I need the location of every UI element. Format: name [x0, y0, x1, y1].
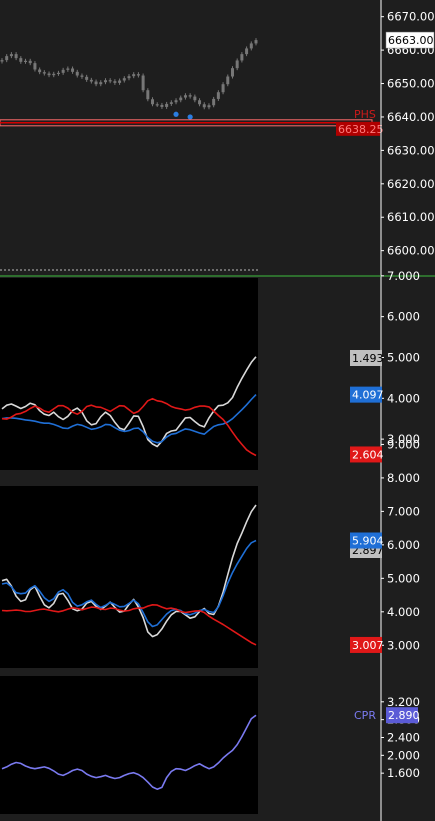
- price-axis-tick-label: 6620.00: [387, 177, 435, 191]
- indicator-1-series-2-flag-label: 4.097: [352, 389, 384, 402]
- candle-body: [132, 74, 136, 77]
- candle-body: [160, 104, 164, 107]
- candle-marker-dot: [173, 111, 179, 117]
- candle-body: [0, 60, 4, 62]
- candle-body: [113, 81, 117, 83]
- phs-value-label: 6638.25: [338, 123, 384, 136]
- indicator-3-tick-label: 2.000: [387, 748, 420, 762]
- candle-body: [155, 104, 159, 106]
- candle-body: [188, 95, 192, 97]
- candle-body: [71, 68, 75, 72]
- candle-body: [52, 73, 56, 76]
- candle-body: [179, 97, 183, 101]
- price-axis-tick-label: 6640.00: [387, 110, 435, 124]
- price-axis-tick-label: 6630.00: [387, 143, 435, 157]
- indicator-3-tick-label: 1.600: [387, 766, 420, 780]
- candle-body: [33, 63, 37, 70]
- candle-body: [240, 54, 244, 61]
- candle-body: [193, 96, 197, 101]
- indicator-2-tick-label: 5.000: [387, 571, 420, 585]
- candle-body: [99, 82, 103, 85]
- candle-body: [235, 60, 239, 69]
- indicator-1-series-3-flag-label: 2.604: [352, 448, 384, 461]
- candle-body: [19, 58, 23, 62]
- candle-body: [198, 100, 202, 105]
- candle-body: [14, 54, 18, 59]
- candle-body: [136, 74, 140, 76]
- indicator-3-tick-label: 3.200: [387, 695, 420, 709]
- indicator-2-tick-label: 8.000: [387, 471, 420, 485]
- price-axis-tick-label: 6670.00: [387, 10, 435, 24]
- candle-body: [230, 68, 234, 77]
- price-axis-tick-label: 6650.00: [387, 77, 435, 91]
- candle-body: [146, 90, 150, 100]
- candle-body: [141, 75, 145, 91]
- candle-body: [47, 73, 51, 76]
- cpr-label: CPR: [354, 709, 376, 722]
- trading-chart-canvas[interactable]: PHS6638.256670.006660.006650.006640.0066…: [0, 0, 435, 821]
- candle-body: [127, 76, 131, 79]
- indicator-2-tick-label: 6.000: [387, 538, 420, 552]
- indicator-2-tick-label: 3.000: [387, 638, 420, 652]
- indicator-pane-2-background: [0, 486, 258, 668]
- indicator-2-tick-label: 7.000: [387, 504, 420, 518]
- indicator-2-tick-label: 4.000: [387, 605, 420, 619]
- candle-body: [108, 80, 112, 82]
- candle-body: [103, 80, 107, 83]
- price-axis-tick-label: 6610.00: [387, 210, 435, 224]
- indicator-1-tick-label: 4.000: [387, 391, 420, 405]
- candle-body: [118, 80, 122, 83]
- candle-marker-dot: [187, 114, 193, 120]
- candle-body: [169, 102, 173, 104]
- current-price-label: 6663.00: [388, 34, 434, 47]
- candle-body: [174, 100, 178, 103]
- candle-body: [183, 95, 187, 98]
- candle-body: [202, 104, 206, 108]
- indicator-3-tick-label: 2.400: [387, 730, 420, 744]
- candle-body: [89, 79, 93, 82]
- candle-body: [254, 40, 258, 44]
- indicator-1-series-1-flag-label: 1.493: [352, 352, 384, 365]
- indicator-1-tick-label: 6.000: [387, 310, 420, 324]
- candle-body: [94, 81, 98, 85]
- indicator-pane-1-background: [0, 278, 258, 470]
- candle-body: [216, 92, 220, 99]
- candle-body: [80, 75, 84, 77]
- candle-body: [226, 76, 230, 85]
- indicator-2-series-3-flag-label: 3.007: [352, 639, 384, 652]
- candle-body: [122, 78, 126, 81]
- candle-body: [38, 69, 42, 73]
- candle-body: [212, 98, 216, 106]
- indicator-2-tick-label: 9.000: [387, 437, 420, 451]
- candle-body: [66, 68, 70, 70]
- candle-body: [75, 71, 79, 76]
- indicator-1-tick-label: 7.000: [387, 269, 420, 283]
- candle-body: [85, 76, 89, 80]
- candle-body: [165, 103, 169, 107]
- candle-body: [61, 69, 65, 73]
- phs-label: PHS: [354, 108, 376, 121]
- indicator-2-series-2-flag-label: 5.904: [352, 535, 384, 548]
- indicator-pane-3-background: [0, 676, 258, 814]
- candle-body: [245, 48, 249, 55]
- candle-body: [221, 84, 225, 93]
- candle-body: [5, 56, 9, 61]
- candle-body: [9, 54, 13, 57]
- candle-body: [151, 99, 155, 105]
- price-axis-tick-label: 6600.00: [387, 244, 435, 258]
- candle-body: [42, 72, 46, 74]
- indicator-1-tick-label: 5.000: [387, 350, 420, 364]
- candle-body: [28, 60, 32, 64]
- candle-body: [207, 105, 211, 108]
- candle-body: [24, 60, 28, 63]
- candle-body: [249, 43, 253, 49]
- cpr-value-label: 2.890: [388, 709, 420, 722]
- candle-body: [56, 72, 60, 75]
